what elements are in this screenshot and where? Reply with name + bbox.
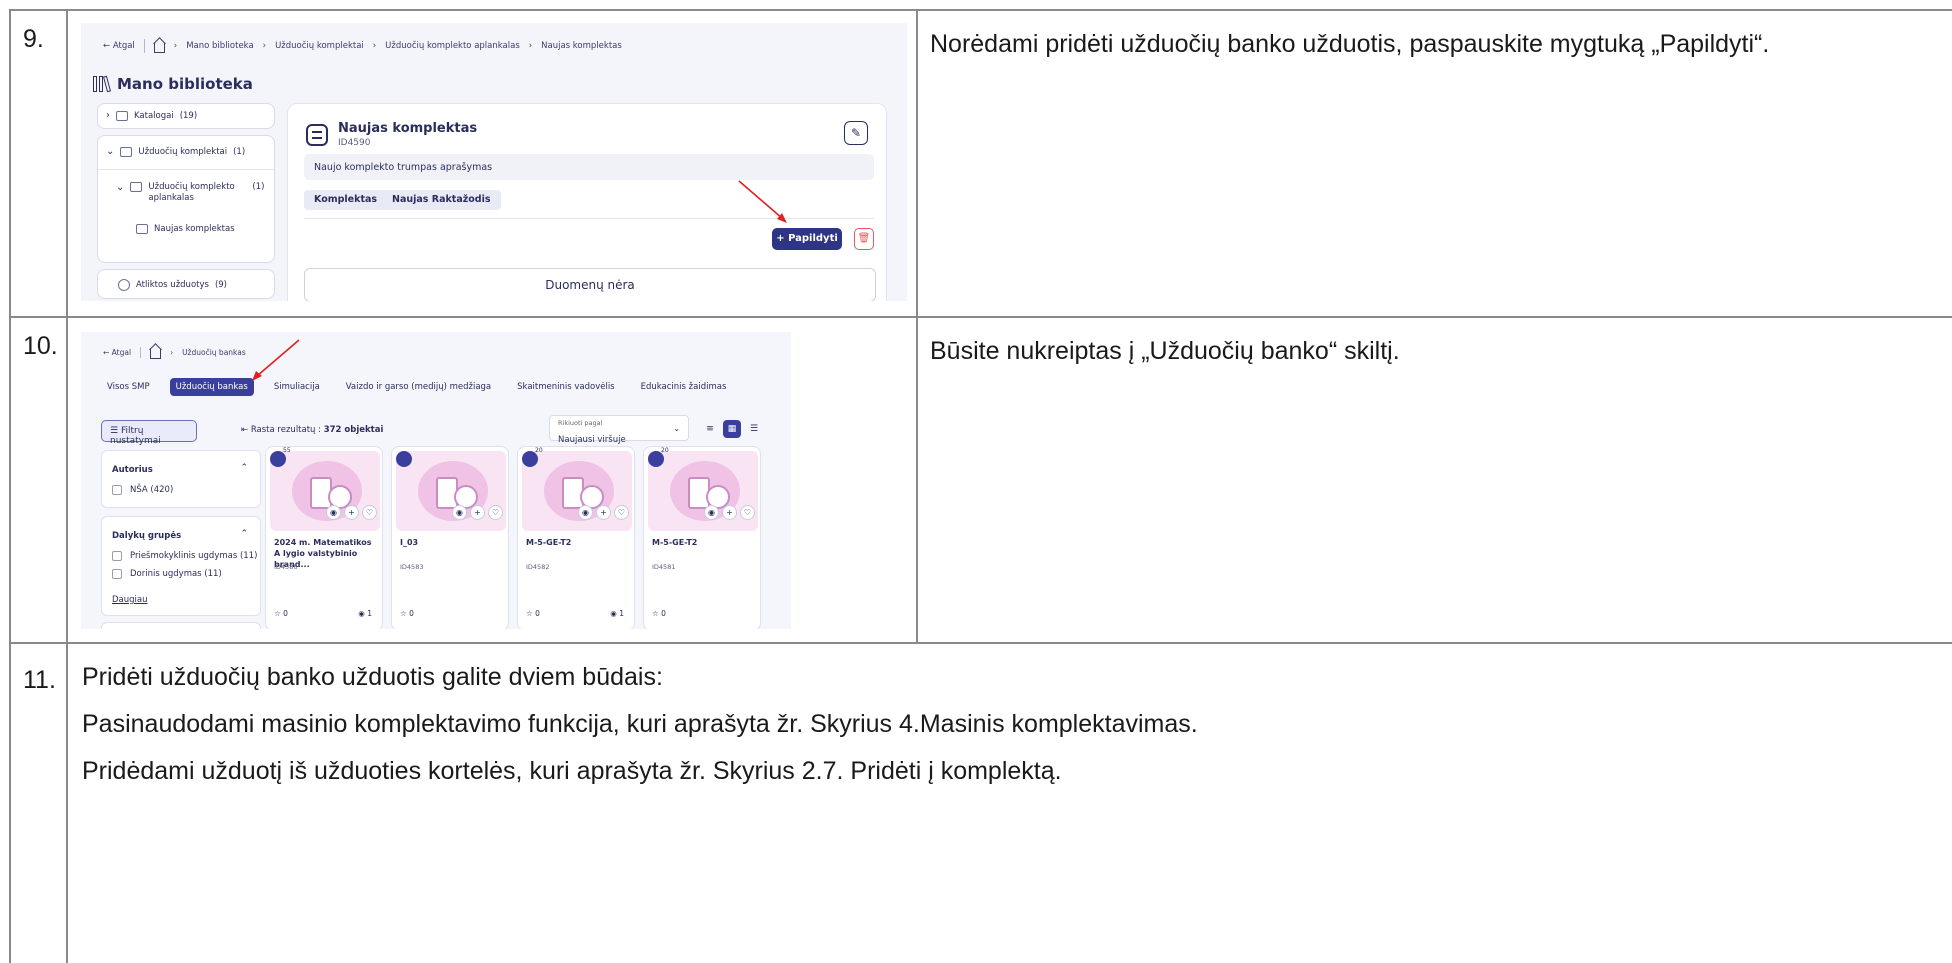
red-arrow-annotation [738,180,787,223]
table-row: 9. ← Atgal › Mano biblioteka › Užduočių ko… [9,9,1952,318]
screenshot-task-bank: ← Atgal › Užduočių bankas Visos SMP Užduo… [81,332,791,629]
red-arrow-annotation [252,339,300,381]
paragraph: Pridėdami užduotį iš užduoties kortelės,… [82,757,1062,785]
step-description: Būsite nukreiptas į „Užduočių banko“ ski… [916,316,1952,644]
step-number: 11. [9,642,68,963]
screenshot-cell: ← Atgal › Užduočių bankas Visos SMP Užduo… [66,316,918,644]
screenshot-cell: ← Atgal › Mano biblioteka › Užduočių kompl… [66,9,918,318]
step-number: 9. [9,9,68,318]
screenshot-library: ← Atgal › Mano biblioteka › Užduočių kompl… [81,23,907,301]
step-description: Norėdami pridėti užduočių banko užduotis… [916,9,1952,318]
instruction-table: 9. ← Atgal › Mano biblioteka › Užduočių ko… [9,9,1952,963]
step-description: Pridėti užduočių banko užduotis galite d… [66,642,1952,963]
table-row: 10. ← Atgal › Užduočių bankas Visos SMP U… [9,316,1952,644]
table-row: 11. Pridėti užduočių banko užduotis gali… [9,642,1952,963]
step-number: 10. [9,316,68,644]
paragraph: Pasinaudodami masinio komplektavimo funk… [82,710,1198,738]
paragraph: Pridėti užduočių banko užduotis galite d… [82,663,663,691]
